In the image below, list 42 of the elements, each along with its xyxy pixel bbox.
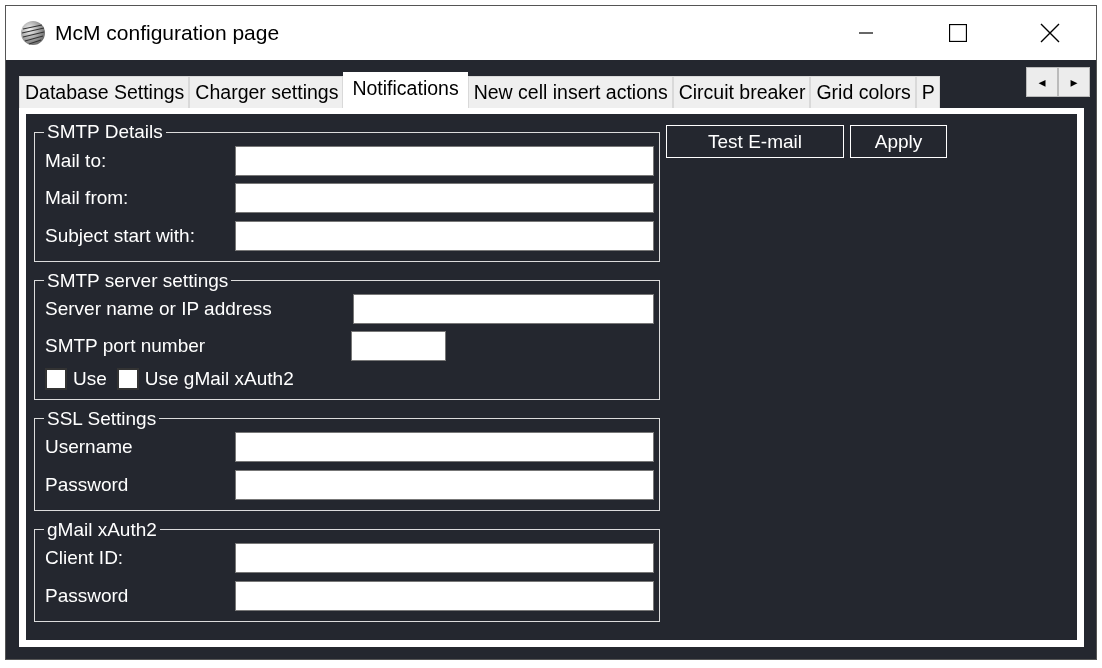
- field-label: Server name or IP address: [45, 298, 273, 320]
- checkbox[interactable]: [116, 367, 139, 390]
- close-icon: [1040, 23, 1060, 43]
- field-label: Client ID:: [45, 547, 125, 570]
- group-title: SSL Settings: [46, 408, 158, 429]
- input-field[interactable]: [235, 183, 654, 214]
- tab[interactable]: Charger settings: [189, 76, 344, 108]
- input-field[interactable]: [235, 543, 654, 574]
- checkbox-label: Use gMail xAuth2: [144, 367, 294, 390]
- field-label: Username: [45, 436, 134, 459]
- input-field[interactable]: [235, 145, 654, 176]
- group-title: SMTP server settings: [46, 270, 230, 291]
- group-title: SMTP Details: [46, 122, 164, 142]
- minimize-icon: [858, 32, 874, 34]
- window-title: McM configuration page: [55, 21, 280, 45]
- input-field[interactable]: [351, 331, 446, 361]
- scroll-right-button[interactable]: ▸: [1058, 67, 1090, 97]
- input-field[interactable]: [235, 432, 654, 463]
- tab[interactable]: Grid colors: [810, 76, 916, 108]
- field-label: Password: [45, 584, 130, 607]
- field-label: Subject start with:: [45, 224, 196, 247]
- checkbox[interactable]: [45, 367, 67, 390]
- maximize-icon: [949, 24, 967, 42]
- input-field[interactable]: [235, 220, 654, 251]
- input-field[interactable]: [235, 469, 654, 500]
- field-label: Mail from:: [45, 187, 130, 210]
- sphere-icon: [20, 20, 46, 46]
- tab[interactable]: P: [915, 76, 940, 108]
- checkbox-label: Use: [73, 367, 107, 390]
- tab[interactable]: Database Settings: [19, 76, 190, 108]
- field-label: Mail to:: [45, 149, 108, 172]
- tab[interactable]: Notifications: [343, 72, 468, 108]
- input-field[interactable]: [235, 580, 654, 611]
- action-button[interactable]: Apply: [850, 125, 947, 158]
- field-label: SMTP port number: [45, 335, 207, 357]
- tab[interactable]: New cell insert actions: [467, 76, 673, 108]
- input-field[interactable]: [353, 294, 654, 324]
- group-title: gMail xAuth2: [46, 519, 158, 540]
- field-label: Password: [45, 473, 130, 496]
- tab[interactable]: Circuit breaker: [672, 76, 811, 108]
- scroll-left-button[interactable]: ◂: [1026, 67, 1058, 97]
- action-button[interactable]: Test E-mail: [666, 125, 844, 158]
